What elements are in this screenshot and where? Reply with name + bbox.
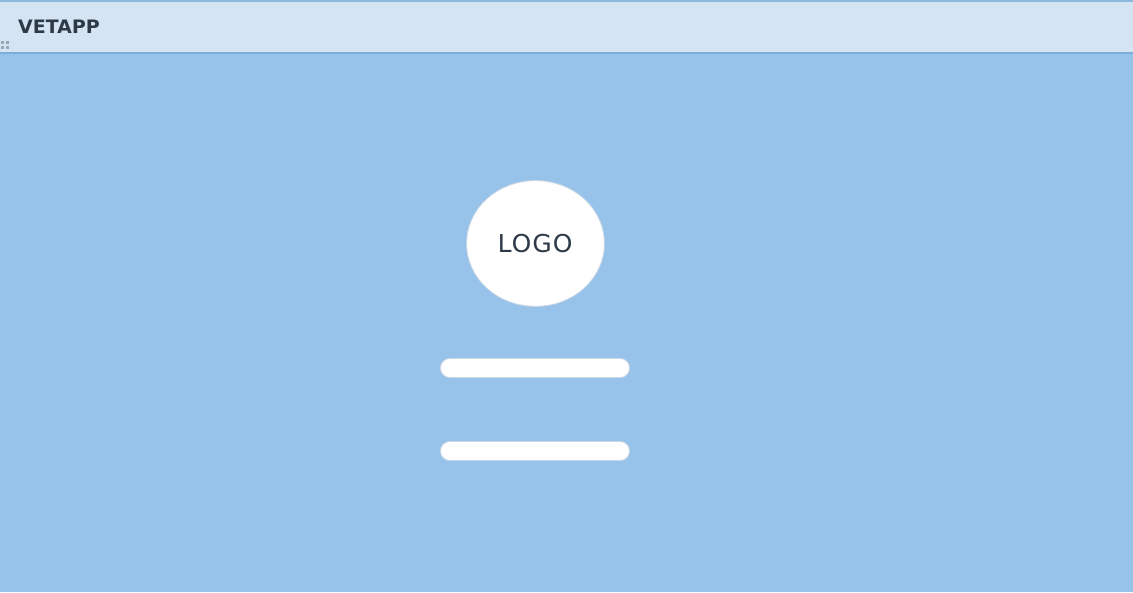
logo-placeholder: LOGO (466, 180, 605, 307)
title-bar: VETAPP (0, 0, 1133, 54)
login-panel: LOGO (0, 54, 1133, 592)
app-title: VETAPP (18, 16, 100, 38)
drag-grip-icon[interactable] (1, 41, 11, 51)
login-field-1[interactable] (440, 358, 630, 378)
login-field-2[interactable] (440, 441, 630, 461)
logo-text: LOGO (497, 229, 574, 258)
app-window: VETAPP LOGO (0, 0, 1133, 593)
